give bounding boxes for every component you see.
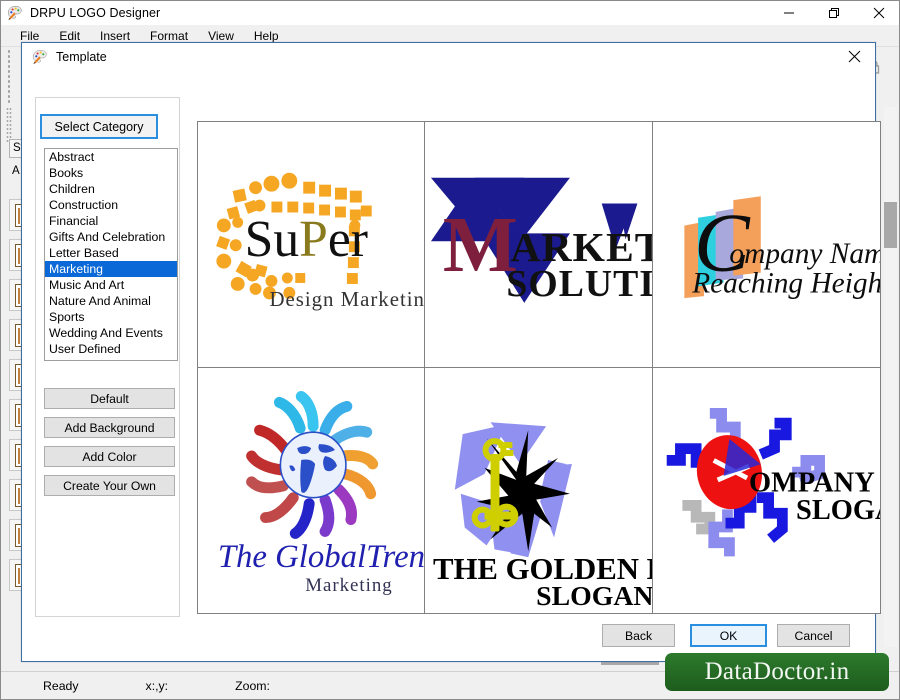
- svg-text:Reaching Heighest: Reaching Heighest: [691, 267, 880, 299]
- window-controls: [766, 1, 899, 25]
- template-item-market-solution[interactable]: M ARKET SOLUTION: [425, 122, 653, 368]
- dialog-titlebar: Template: [22, 43, 875, 71]
- category-item-marketing[interactable]: Marketing: [45, 261, 177, 277]
- svg-text:The GlobalTrend: The GlobalTrend: [218, 539, 424, 575]
- toolbar-grip-secondary: [6, 107, 12, 143]
- svg-text:SOLUTION: SOLUTION: [507, 263, 652, 305]
- create-your-own-button[interactable]: Create Your Own: [44, 475, 175, 496]
- close-icon[interactable]: [856, 1, 899, 25]
- cancel-button[interactable]: Cancel: [777, 624, 850, 647]
- category-item-gifts-and-celebration[interactable]: Gifts And Celebration: [45, 229, 177, 245]
- dialog-title: Template: [56, 49, 107, 64]
- category-item-books[interactable]: Books: [45, 165, 177, 181]
- dialog-body: Select Category Abstract Books Children …: [22, 71, 881, 662]
- align-label: A: [12, 165, 20, 177]
- application-window: DRPU LOGO Designer File Edit Insert Form…: [0, 0, 900, 700]
- category-item-user-defined[interactable]: User Defined: [45, 341, 177, 357]
- template-item-company-name-reaching-heighest[interactable]: C ompany Name Reaching Heighest: [652, 122, 880, 368]
- svg-text:ompany Name: ompany Name: [729, 238, 880, 270]
- add-color-button[interactable]: Add Color: [44, 446, 175, 467]
- svg-text:Design Marketing: Design Marketing: [269, 287, 424, 311]
- watermark-text: DataDoctor.in: [704, 658, 850, 685]
- category-item-letter-based[interactable]: Letter Based: [45, 245, 177, 261]
- svg-text:SLOGAN: SLOGAN: [537, 580, 652, 611]
- category-item-financial[interactable]: Financial: [45, 213, 177, 229]
- close-icon[interactable]: [833, 44, 875, 70]
- category-item-sports[interactable]: Sports: [45, 309, 177, 325]
- palette-icon: [7, 5, 23, 21]
- default-button[interactable]: Default: [44, 388, 175, 409]
- status-coordinates: x:,y:: [145, 678, 169, 693]
- category-item-children[interactable]: Children: [45, 181, 177, 197]
- add-background-button[interactable]: Add Background: [44, 417, 175, 438]
- category-item-nature-and-animal[interactable]: Nature And Animal: [45, 293, 177, 309]
- svg-text:SuPer: SuPer: [245, 211, 368, 268]
- status-zoom: Zoom:: [235, 678, 270, 693]
- scrollbar-thumb[interactable]: [884, 202, 897, 248]
- restore-icon[interactable]: [811, 1, 856, 25]
- template-grid: SuPer Design Marketing M ARKET SOLUTI C …: [197, 121, 881, 614]
- palette-icon: [32, 49, 48, 65]
- template-item-the-golden-key[interactable]: THE GOLDEN KEY SLOGAN: [425, 367, 653, 613]
- window-title: DRPU LOGO Designer: [30, 6, 161, 20]
- datadoctor-watermark: DataDoctor.in: [665, 653, 889, 691]
- category-list[interactable]: Abstract Books Children Construction Fin…: [44, 148, 178, 361]
- template-item-the-globaltrend-marketing[interactable]: The GlobalTrend Marketing: [198, 367, 426, 613]
- toolbar-grip: [7, 49, 11, 103]
- minimize-icon[interactable]: [766, 1, 811, 25]
- vertical-scrollbar[interactable]: [884, 107, 897, 647]
- svg-text:OMPANY NAME: OMPANY NAME: [749, 467, 880, 498]
- category-item-abstract[interactable]: Abstract: [45, 149, 177, 165]
- svg-text:SLOGAN: SLOGAN: [796, 495, 880, 526]
- template-item-super-design-marketing[interactable]: SuPer Design Marketing: [198, 122, 426, 368]
- select-category-tab[interactable]: Select Category: [40, 114, 158, 139]
- template-item-company-name-slogan[interactable]: OMPANY NAME SLOGAN: [652, 367, 880, 613]
- ok-button[interactable]: OK: [690, 624, 767, 647]
- template-dialog: Template Select Category Abstract Books …: [21, 42, 881, 662]
- svg-text:Marketing: Marketing: [305, 575, 393, 596]
- dialog-footer: Back OK Cancel: [22, 620, 877, 654]
- category-item-wedding-and-events[interactable]: Wedding And Events: [45, 325, 177, 341]
- category-item-construction[interactable]: Construction: [45, 197, 177, 213]
- back-button[interactable]: Back: [602, 624, 675, 647]
- category-item-music-and-art[interactable]: Music And Art: [45, 277, 177, 293]
- status-ready: Ready: [43, 678, 79, 693]
- window-titlebar: DRPU LOGO Designer: [1, 1, 899, 25]
